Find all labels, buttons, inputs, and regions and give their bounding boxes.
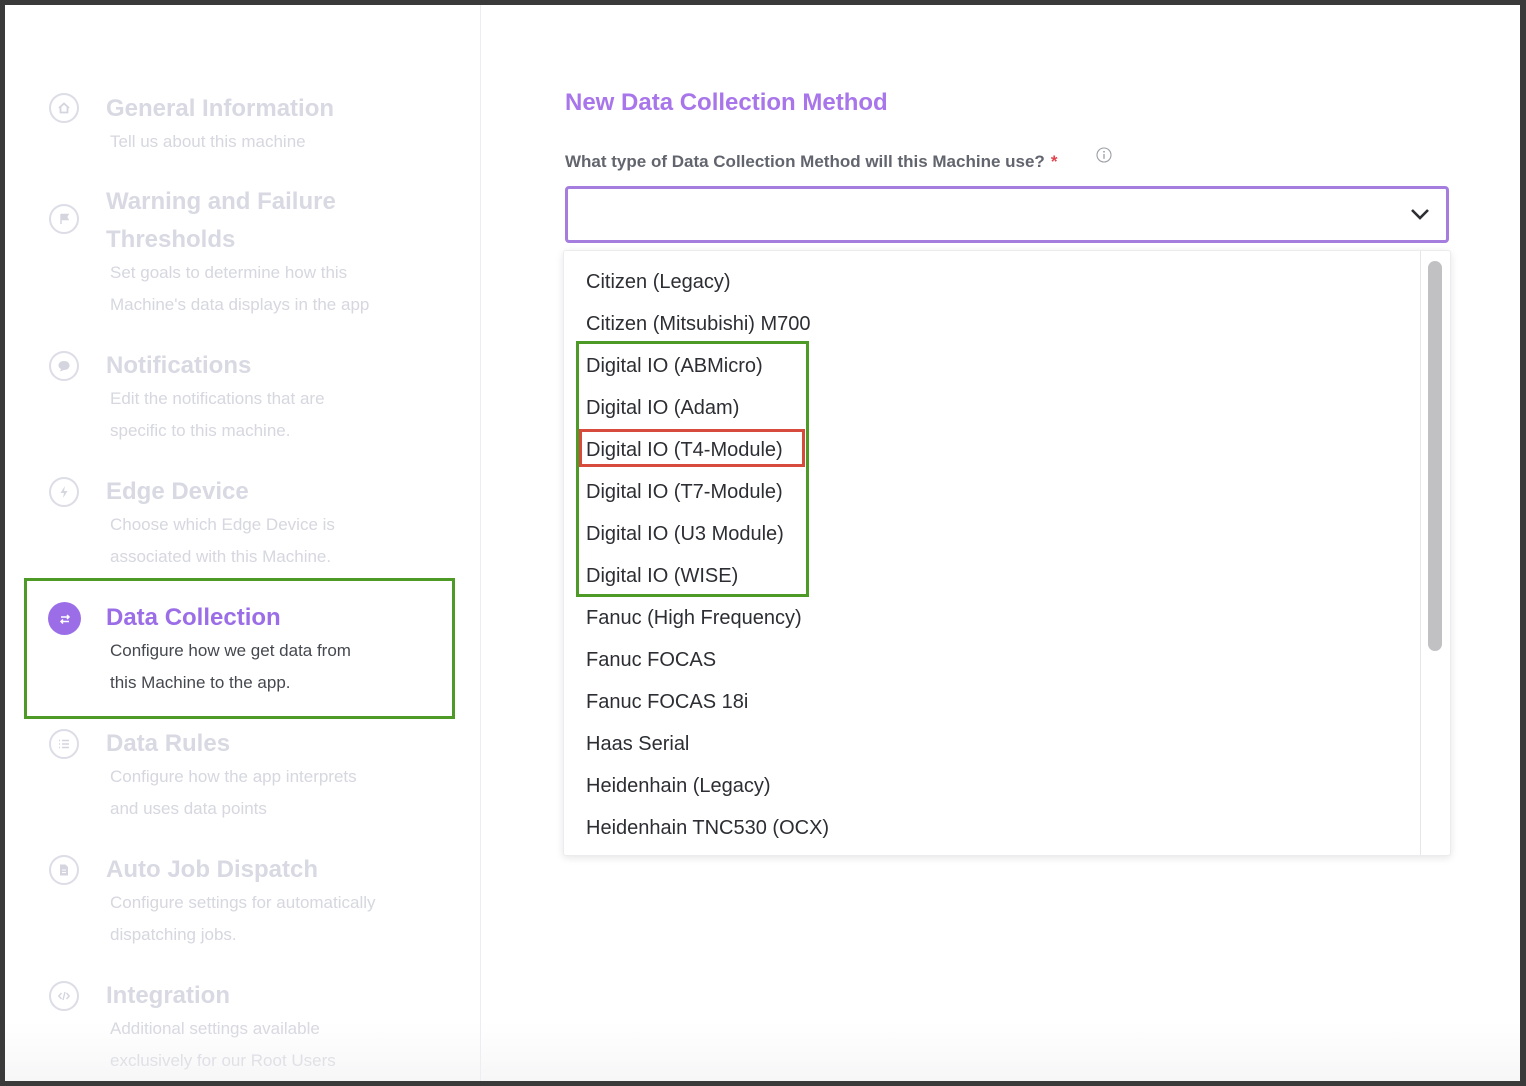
info-icon[interactable] (1096, 147, 1112, 163)
option-citizen-mitsubishi-m700[interactable]: Citizen (Mitsubishi) M700 (586, 303, 811, 345)
option-fanuc-high-frequency[interactable]: Fanuc (High Frequency) (586, 597, 802, 639)
option-haas-serial[interactable]: Haas Serial (586, 723, 689, 765)
step-description: Additional settings available (110, 1019, 320, 1038)
annotation-highlight-data-collection (24, 578, 455, 719)
step-description: Configure settings for automatically (110, 893, 376, 912)
field-label: What type of Data Collection Method will… (565, 152, 1057, 172)
list-icon (49, 729, 79, 759)
step-description: Choose which Edge Device is (110, 515, 335, 534)
option-fanuc-focas-18i[interactable]: Fanuc FOCAS 18i (586, 681, 748, 723)
step-description-line-2: exclusively for our Root Users (110, 1051, 336, 1070)
step-description-line-2: and uses data points (110, 799, 267, 818)
step-description: Tell us about this machine (110, 132, 306, 151)
step-description: Set goals to determine how this (110, 263, 348, 282)
option-fanuc-focas[interactable]: Fanuc FOCAS (586, 639, 716, 681)
step-description: Configure how the app interprets (110, 767, 357, 786)
scrollbar-track (1420, 251, 1421, 855)
home-icon (49, 93, 79, 123)
step-description: Edit the notifications that are (110, 389, 325, 408)
step-description-line-2: associated with this Machine. (110, 547, 332, 566)
data-collection-method-select[interactable] (565, 186, 1449, 243)
step-description-line-2: dispatching jobs. (110, 925, 237, 944)
step-description-line-2: Machine's data displays in the app (110, 295, 370, 314)
page-title: New Data Collection Method (565, 89, 888, 116)
step-title: Data Rules (106, 730, 231, 757)
annotation-highlight-digital-io-options (576, 341, 809, 597)
step-description-line-2: specific to this machine. (110, 421, 291, 440)
document-icon (49, 855, 79, 885)
chat-bubble-icon (49, 351, 79, 381)
app-window: General Information Tell us about this m… (5, 5, 1520, 1081)
annotation-highlight-t4-module (579, 429, 805, 467)
step-title: Notifications (106, 352, 252, 379)
scrollbar-thumb[interactable] (1428, 261, 1442, 651)
code-icon (49, 981, 79, 1011)
required-mark: * (1050, 152, 1058, 171)
question-text: What type of Data Collection Method will… (565, 152, 1045, 171)
option-heidenhain-tnc530-ocx[interactable]: Heidenhain TNC530 (OCX) (586, 807, 829, 849)
step-title: Integration (106, 982, 230, 1009)
option-citizen-legacy[interactable]: Citizen (Legacy) (586, 261, 731, 303)
flag-icon (49, 204, 79, 234)
bolt-icon (49, 477, 79, 507)
step-title: Edge Device (106, 478, 249, 505)
step-title-line-2: Thresholds (106, 226, 236, 253)
step-title: Warning and Failure (106, 188, 336, 215)
steps-sidebar: General Information Tell us about this m… (5, 5, 481, 1081)
option-heidenhain-legacy[interactable]: Heidenhain (Legacy) (586, 765, 771, 807)
chevron-down-icon (1411, 209, 1429, 220)
step-title: General Information (106, 95, 335, 122)
step-title: Auto Job Dispatch (106, 856, 319, 883)
